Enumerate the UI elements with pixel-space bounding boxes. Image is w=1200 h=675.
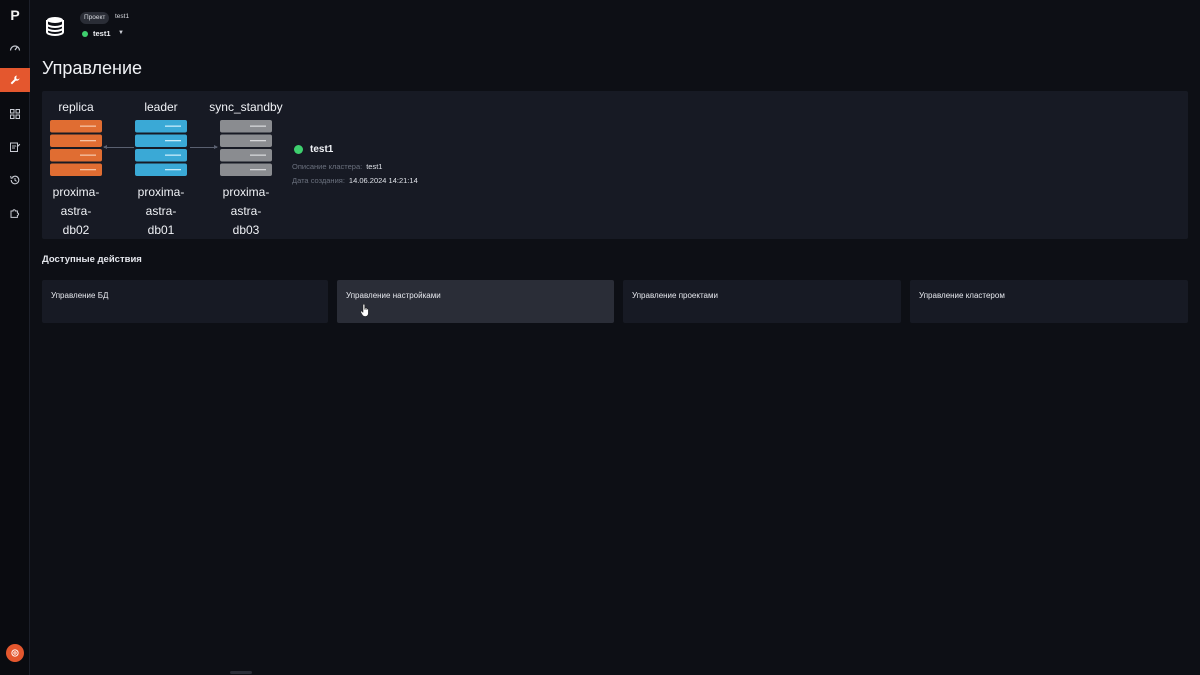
project-name: test1 [115,13,130,20]
cluster-created-row: Дата создания: 14.06.2024 14:21:14 [292,176,418,185]
database-icon [44,15,66,37]
page-title: Управление [42,58,143,78]
server-stack-icon [50,120,102,176]
action-card-cluster-management[interactable]: Управление кластером [910,280,1188,323]
document-edit-icon[interactable] [0,135,30,159]
hand-cursor-icon [360,303,370,317]
cluster-topology-panel: replica proxima- astra- db02 leader prox… [42,91,1188,239]
project-status-dot [82,31,88,37]
cluster-description-row: Описание кластера: test1 [292,162,383,171]
sidebar: P [0,0,30,675]
history-icon[interactable] [0,168,30,192]
grid-icon[interactable] [0,102,30,126]
node-role: leader [144,100,178,114]
project-select[interactable]: test1 [93,29,111,38]
action-card-settings-management[interactable]: Управление настройками [337,280,614,323]
app-logo[interactable]: P [0,4,30,26]
node-hostname: proxima- astra- db02 [52,185,100,237]
server-stack-icon [135,120,187,176]
wrench-icon[interactable] [0,68,30,92]
node-hostname: proxima- astra- db01 [137,185,185,237]
action-card-projects-management[interactable]: Управление проектами [623,280,901,323]
app-window: P Проект test1 test1 ▼ Управление replic… [0,0,1200,675]
dashboard-icon[interactable] [0,36,30,60]
node-role: sync_standby [209,100,283,114]
puzzle-icon[interactable] [0,201,30,225]
support-icon[interactable] [6,644,24,662]
available-actions-title: Доступные действия [42,254,142,265]
server-stack-icon [220,120,272,176]
replication-arrow [190,145,218,149]
node-hostname: proxima- astra- db03 [222,185,270,237]
node-role: replica [58,100,94,114]
project-chip: Проект [80,12,110,24]
cluster-status-dot [294,145,303,154]
cluster-name: test1 [310,144,334,155]
header: Проект test1 test1 ▼ [30,0,1200,50]
horizontal-scrollbar[interactable] [230,671,252,674]
replication-arrow [103,145,134,149]
action-card-db-management[interactable]: Управление БД [42,280,328,323]
chevron-down-icon[interactable]: ▼ [118,30,124,36]
